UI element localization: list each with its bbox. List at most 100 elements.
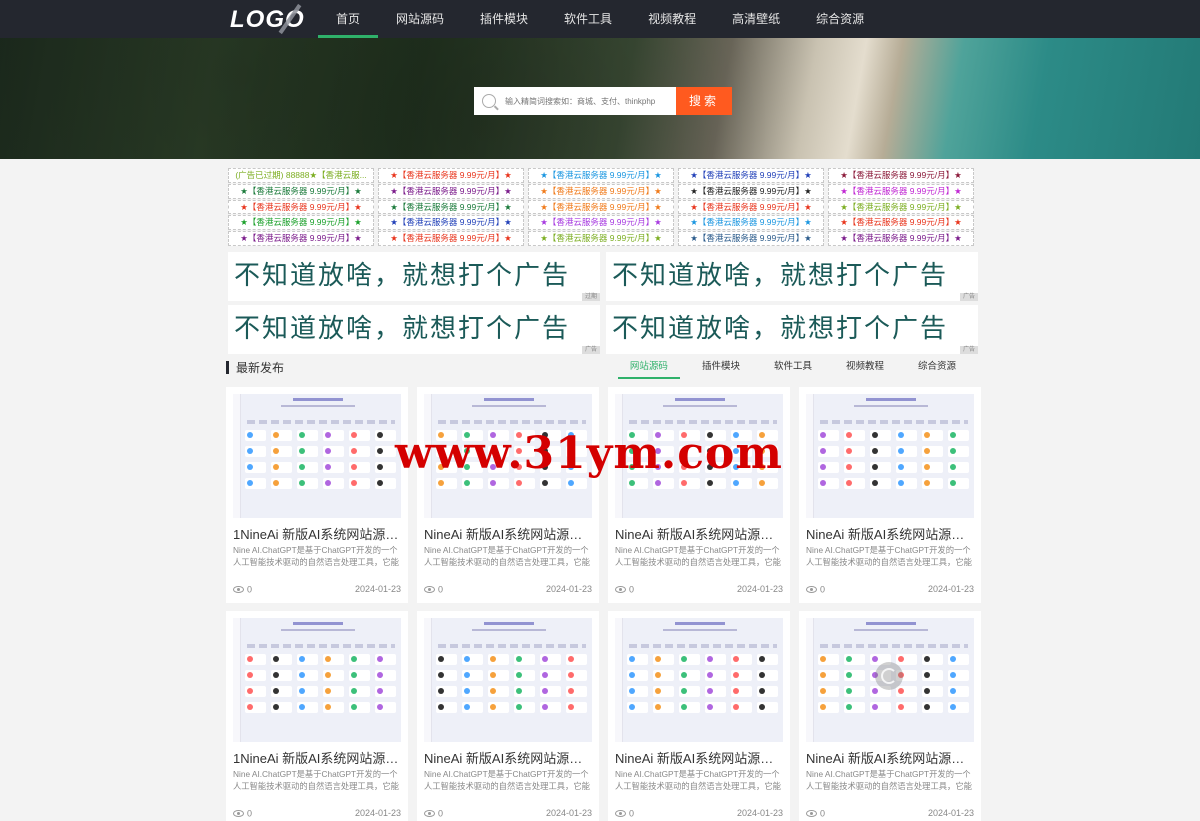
post-thumbnail[interactable] xyxy=(615,394,783,518)
preview-tile xyxy=(514,654,535,665)
text-ad-link[interactable]: ★【香港云服务器 9.99元/月】★ xyxy=(528,231,674,246)
tab-website-source[interactable]: 网站源码 xyxy=(617,357,680,379)
preview-tile xyxy=(844,686,865,697)
preview-tile xyxy=(375,462,396,473)
post-card[interactable]: NineAi 新版AI系统网站源码 ChatGPT Nine AI.ChatGPT… xyxy=(608,611,790,821)
nav-item-website-source[interactable]: 网站源码 xyxy=(378,0,462,38)
preview-tile xyxy=(245,462,266,473)
post-date: 2024-01-23 xyxy=(927,808,974,818)
text-ad-link[interactable]: ★【香港云服务器 9.99元/月】★ xyxy=(378,199,524,215)
post-card[interactable]: 1NineAi 新版AI系统网站源码 ChatGPT Nine AI.ChatGP… xyxy=(226,387,408,603)
nav-item-resources[interactable]: 综合资源 xyxy=(798,0,882,38)
text-ad-link[interactable]: ★【香港云服务器 9.99元/月】★ xyxy=(828,183,974,199)
post-title[interactable]: NineAi 新版AI系统网站源码 ChatGPT xyxy=(806,524,974,543)
text-ad-link[interactable]: ★【香港云服务器 9.99元/月】★ xyxy=(378,168,524,183)
preview-tile xyxy=(297,478,318,489)
post-title[interactable]: NineAi 新版AI系统网站源码 ChatGPT xyxy=(806,748,974,767)
post-card[interactable]: NineAi 新版AI系统网站源码 ChatGPT Nine AI.ChatGPT… xyxy=(799,611,981,821)
view-count: 0 xyxy=(820,584,826,595)
eye-icon xyxy=(615,810,626,818)
post-title[interactable]: 1NineAi 新版AI系统网站源码 ChatGPT xyxy=(233,748,401,767)
preview-tab-bar xyxy=(629,644,777,648)
nav-item-wallpapers[interactable]: 高清壁纸 xyxy=(714,0,798,38)
eye-icon xyxy=(424,810,435,818)
tab-resources[interactable]: 综合资源 xyxy=(906,357,968,379)
text-ad-link[interactable]: ★【香港云服务器 9.99元/月】★ xyxy=(828,215,974,231)
view-count: 0 xyxy=(629,808,635,819)
text-ad-link[interactable]: ★【香港云服务器 9.99元/月】★ xyxy=(228,183,374,199)
nav-item-software[interactable]: 软件工具 xyxy=(546,0,630,38)
preview-subtitle-bar xyxy=(472,629,546,631)
text-ad-link[interactable]: ★【香港云服务器 9.99元/月】★ xyxy=(528,215,674,231)
preview-tile xyxy=(271,654,292,665)
banner-ad[interactable]: 不知道放啥，就想打个广告 广告 xyxy=(228,305,600,354)
post-title[interactable]: 1NineAi 新版AI系统网站源码 ChatGPT xyxy=(233,524,401,543)
text-ad-link[interactable]: ★【香港云服务器 9.99元/月】★ xyxy=(828,199,974,215)
text-ad-link[interactable]: ★【香港云服务器 9.99元/月】★ xyxy=(828,231,974,246)
text-ad-link[interactable]: ★【香港云服务器 9.99元/月】★ xyxy=(378,231,524,246)
preview-tile xyxy=(627,462,648,473)
post-thumbnail[interactable] xyxy=(615,618,783,742)
post-card[interactable]: NineAi 新版AI系统网站源码 ChatGPT Nine AI.ChatGPT… xyxy=(417,387,599,603)
nav-item-videos[interactable]: 视频教程 xyxy=(630,0,714,38)
text-ad-link[interactable]: ★【香港云服务器 9.99元/月】★ xyxy=(678,183,824,199)
banner-ad[interactable]: 不知道放啥，就想打个广告 广告 xyxy=(606,305,978,354)
post-thumbnail[interactable] xyxy=(424,394,592,518)
preview-tile xyxy=(375,702,396,713)
post-title[interactable]: NineAi 新版AI系统网站源码 ChatGPT xyxy=(424,748,592,767)
post-card[interactable]: NineAi 新版AI系统网站源码 ChatGPT Nine AI.ChatGPT… xyxy=(799,387,981,603)
text-ad-link[interactable]: ★【香港云服务器 9.99元/月】★ xyxy=(528,183,674,199)
preview-tiles xyxy=(436,654,588,713)
post-thumbnail[interactable] xyxy=(233,618,401,742)
tab-plugins[interactable]: 插件模块 xyxy=(690,357,752,379)
post-card[interactable]: 1NineAi 新版AI系统网站源码 ChatGPT Nine AI.ChatGP… xyxy=(226,611,408,821)
latest-section-header: 最新发布 网站源码 插件模块 软件工具 视频教程 综合资源 xyxy=(226,357,980,379)
text-ad-link[interactable]: ★【香港云服务器 9.99元/月】★ xyxy=(678,168,824,183)
banner-ad[interactable]: 不知道放啥，就想打个广告 过期 xyxy=(228,252,600,301)
post-title[interactable]: NineAi 新版AI系统网站源码 ChatGPT xyxy=(424,524,592,543)
preview-tile xyxy=(653,670,674,681)
text-ad-link[interactable]: ★【香港云服务器 9.99元/月】★ xyxy=(378,215,524,231)
preview-tile xyxy=(818,670,839,681)
preview-tile xyxy=(705,670,726,681)
preview-tile xyxy=(948,430,969,441)
preview-tile xyxy=(731,670,752,681)
post-title[interactable]: NineAi 新版AI系统网站源码 ChatGPT xyxy=(615,524,783,543)
preview-tile xyxy=(462,702,483,713)
search-icon xyxy=(482,94,496,108)
post-card[interactable]: NineAi 新版AI系统网站源码 ChatGPT Nine AI.ChatGPT… xyxy=(608,387,790,603)
preview-tile xyxy=(566,702,587,713)
tab-videos[interactable]: 视频教程 xyxy=(834,357,896,379)
text-ad-link[interactable]: ★【香港云服务器 9.99元/月】★ xyxy=(528,199,674,215)
search-input[interactable] xyxy=(505,96,675,106)
preview-tile xyxy=(870,446,891,457)
post-title[interactable]: NineAi 新版AI系统网站源码 ChatGPT xyxy=(615,748,783,767)
post-thumbnail[interactable] xyxy=(233,394,401,518)
search-button[interactable]: 搜索 xyxy=(676,87,732,115)
nav-item-home[interactable]: 首页 xyxy=(318,0,379,38)
preview-tile xyxy=(514,446,535,457)
nav-item-plugins[interactable]: 插件模块 xyxy=(462,0,546,38)
post-thumbnail[interactable] xyxy=(806,394,974,518)
text-ad-link[interactable]: ★【香港云服务器 9.99元/月】★ xyxy=(678,199,824,215)
text-ad-link[interactable]: ★【香港云服务器 9.99元/月】★ xyxy=(528,168,674,183)
text-ad-link[interactable]: ★【香港云服务器 9.99元/月】★ xyxy=(678,231,824,246)
preview-title-bar xyxy=(293,398,343,401)
text-ad-link[interactable]: ★【香港云服务器 9.99元/月】★ xyxy=(828,168,974,183)
text-ad-link[interactable]: ★【香港云服务器 9.99元/月】★ xyxy=(228,215,374,231)
post-card[interactable]: NineAi 新版AI系统网站源码 ChatGPT Nine AI.ChatGPT… xyxy=(417,611,599,821)
text-ad-link[interactable]: ★【香港云服务器 9.99元/月】★ xyxy=(228,199,374,215)
preview-tile xyxy=(844,462,865,473)
text-ad-link[interactable]: (广告已过期) 88888★【香港云服... xyxy=(228,168,374,183)
preview-tile xyxy=(705,446,726,457)
tab-software[interactable]: 软件工具 xyxy=(762,357,824,379)
text-ad-link[interactable]: ★【香港云服务器 9.99元/月】★ xyxy=(228,231,374,246)
ad-tag: 广告 xyxy=(581,346,600,354)
preview-tile xyxy=(349,670,370,681)
post-thumbnail[interactable] xyxy=(424,618,592,742)
banner-ad[interactable]: 不知道放啥，就想打个广告 广告 xyxy=(606,252,978,301)
text-ad-link[interactable]: ★【香港云服务器 9.99元/月】★ xyxy=(378,183,524,199)
text-ad-link[interactable]: ★【香港云服务器 9.99元/月】★ xyxy=(678,215,824,231)
preview-tile xyxy=(627,446,648,457)
preview-tile xyxy=(323,686,344,697)
